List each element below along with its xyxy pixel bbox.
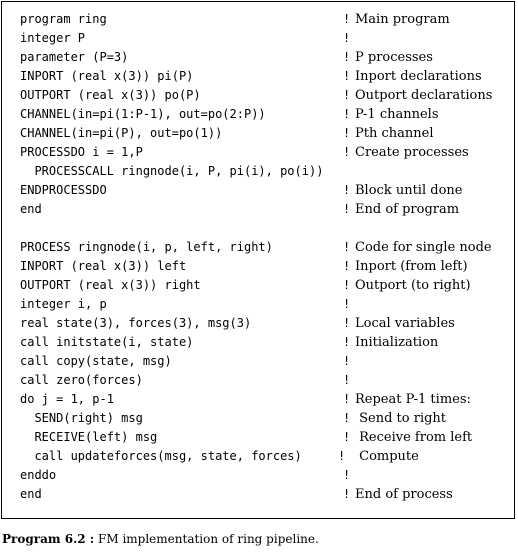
comment-text: Main program [355, 12, 450, 27]
comment-text: Receive from left [355, 430, 473, 445]
comment-marker: ! [343, 278, 351, 292]
code-text: PROCESSCALL ringnode(i, P, pi(i), po(i)) [20, 164, 324, 178]
code-line: PROCESSDO i = 1,P! Create processes [20, 143, 510, 162]
comment-marker: ! [343, 202, 351, 216]
code-line: call initstate(i, state)! Initialization [20, 333, 510, 352]
code-text: CHANNEL(in=pi(P), out=po(1)) [20, 126, 223, 140]
code-text: end [20, 202, 42, 216]
code-text: integer P [20, 31, 86, 45]
comment-text: End of program [355, 202, 460, 217]
comment-marker: ! [343, 430, 351, 444]
comment-marker: ! [343, 183, 351, 197]
code-text: call copy(state, msg) [20, 354, 172, 368]
comment-marker: ! [343, 107, 351, 121]
comment-text: Block until done [355, 183, 463, 198]
comment-text: End of process [355, 487, 453, 502]
comment-marker: ! [343, 468, 351, 482]
comment-marker: ! [343, 69, 351, 83]
code-line: RECEIVE(left) msg! Receive from left [20, 428, 510, 447]
code-text: ENDPROCESSDO [20, 183, 107, 197]
comment-marker: ! [343, 373, 351, 387]
program-listing-frame: program ring! Main program integer P! param… [1, 1, 515, 519]
code-line: integer i, p! [20, 295, 510, 314]
code-line: PROCESSCALL ringnode(i, P, pi(i), po(i)) [20, 162, 510, 181]
code-text: CHANNEL(in=pi(1:P-1), out=po(2:P)) [20, 107, 266, 121]
comment-marker: ! [343, 335, 351, 349]
comment-text: Initialization [355, 335, 439, 350]
comment-text: Outport declarations [355, 88, 493, 103]
code-line: do j = 1, p-1! Repeat P-1 times: [20, 390, 510, 409]
comment-text: Outport (to right) [355, 278, 471, 293]
comment-text: Compute [355, 449, 419, 464]
code-text: OUTPORT (real x(3)) po(P) [20, 88, 201, 102]
code-line: OUTPORT (real x(3)) po(P)! Outport declar… [20, 86, 510, 105]
code-listing: program ring! Main program integer P! param… [20, 10, 510, 504]
comment-marker: ! [343, 145, 351, 159]
code-text: integer i, p [20, 297, 107, 311]
comment-marker: ! [343, 392, 351, 406]
code-text: PROCESS ringnode(i, p, left, right) [20, 240, 273, 254]
code-line: ENDPROCESSDO! Block until done [20, 181, 510, 200]
caption-label: Program 6.2 : [2, 532, 95, 546]
comment-marker: ! [343, 316, 351, 330]
comment-text: Create processes [355, 145, 469, 160]
comment-marker: ! [343, 31, 351, 45]
comment-marker: ! [343, 354, 351, 368]
code-text: real state(3), forces(3), msg(3) [20, 316, 252, 330]
comment-text: Send to right [355, 411, 447, 426]
code-line: CHANNEL(in=pi(P), out=po(1))! Pth channel [20, 124, 510, 143]
code-text: PROCESSDO i = 1,P [20, 145, 143, 159]
comment-text: Pth channel [355, 126, 434, 141]
caption-text: FM implementation of ring pipeline. [94, 532, 319, 546]
code-text: end [20, 487, 42, 501]
code-text: INPORT (real x(3)) pi(P) [20, 69, 194, 83]
comment-marker: ! [343, 126, 351, 140]
code-text: RECEIVE(left) msg [20, 430, 158, 444]
code-text: SEND(right) msg [20, 411, 143, 425]
comment-text: Inport (from left) [355, 259, 468, 274]
code-line: PROCESS ringnode(i, p, left, right)! Code… [20, 238, 510, 257]
code-line: parameter (P=3)! P processes [20, 48, 510, 67]
comment-marker: ! [343, 259, 351, 273]
code-line: OUTPORT (real x(3)) right! Outport (to ri… [20, 276, 510, 295]
code-line: real state(3), forces(3), msg(3)! Local v… [20, 314, 510, 333]
code-text: parameter (P=3) [20, 50, 129, 64]
comment-marker: ! [343, 297, 351, 311]
comment-marker: ! [343, 50, 351, 64]
code-text: call zero(forces) [20, 373, 143, 387]
code-text: do j = 1, p-1 [20, 392, 114, 406]
comment-marker: ! [343, 411, 351, 425]
code-line: INPORT (real x(3)) left! Inport (from lef… [20, 257, 510, 276]
code-text: OUTPORT (real x(3)) right [20, 278, 201, 292]
comment-text: Repeat P-1 times: [355, 392, 471, 407]
comment-marker: ! [343, 487, 351, 501]
code-line: end! End of program [20, 200, 510, 219]
code-line: integer P! [20, 29, 510, 48]
comment-text: P processes [355, 50, 433, 65]
code-text: call initstate(i, state) [20, 335, 194, 349]
code-line: call zero(forces)! [20, 371, 510, 390]
comment-marker: ! [338, 449, 346, 463]
code-text: INPORT (real x(3)) left [20, 259, 187, 273]
code-line: CHANNEL(in=pi(1:P-1), out=po(2:P))! P-1 c… [20, 105, 510, 124]
code-text: enddo [20, 468, 57, 482]
comment-text: P-1 channels [355, 107, 439, 122]
comment-marker: ! [343, 12, 351, 26]
comment-marker: ! [343, 88, 351, 102]
code-line: call copy(state, msg)! [20, 352, 510, 371]
code-line: end! End of process [20, 485, 510, 504]
program-caption: Program 6.2 : FM implementation of ring … [2, 532, 319, 546]
comment-text: Code for single node [355, 240, 492, 255]
code-line: enddo! [20, 466, 510, 485]
comment-text: Inport declarations [355, 69, 482, 84]
code-line: program ring! Main program [20, 10, 510, 29]
code-line: SEND(right) msg! Send to right [20, 409, 510, 428]
code-line: call updateforces(msg, state, forces)! C… [20, 447, 510, 466]
code-text: program ring [20, 12, 107, 26]
comment-text: Local variables [355, 316, 455, 331]
code-line: INPORT (real x(3)) pi(P)! Inport declarat… [20, 67, 510, 86]
comment-marker: ! [343, 240, 351, 254]
code-text: call updateforces(msg, state, forces) [20, 449, 302, 463]
